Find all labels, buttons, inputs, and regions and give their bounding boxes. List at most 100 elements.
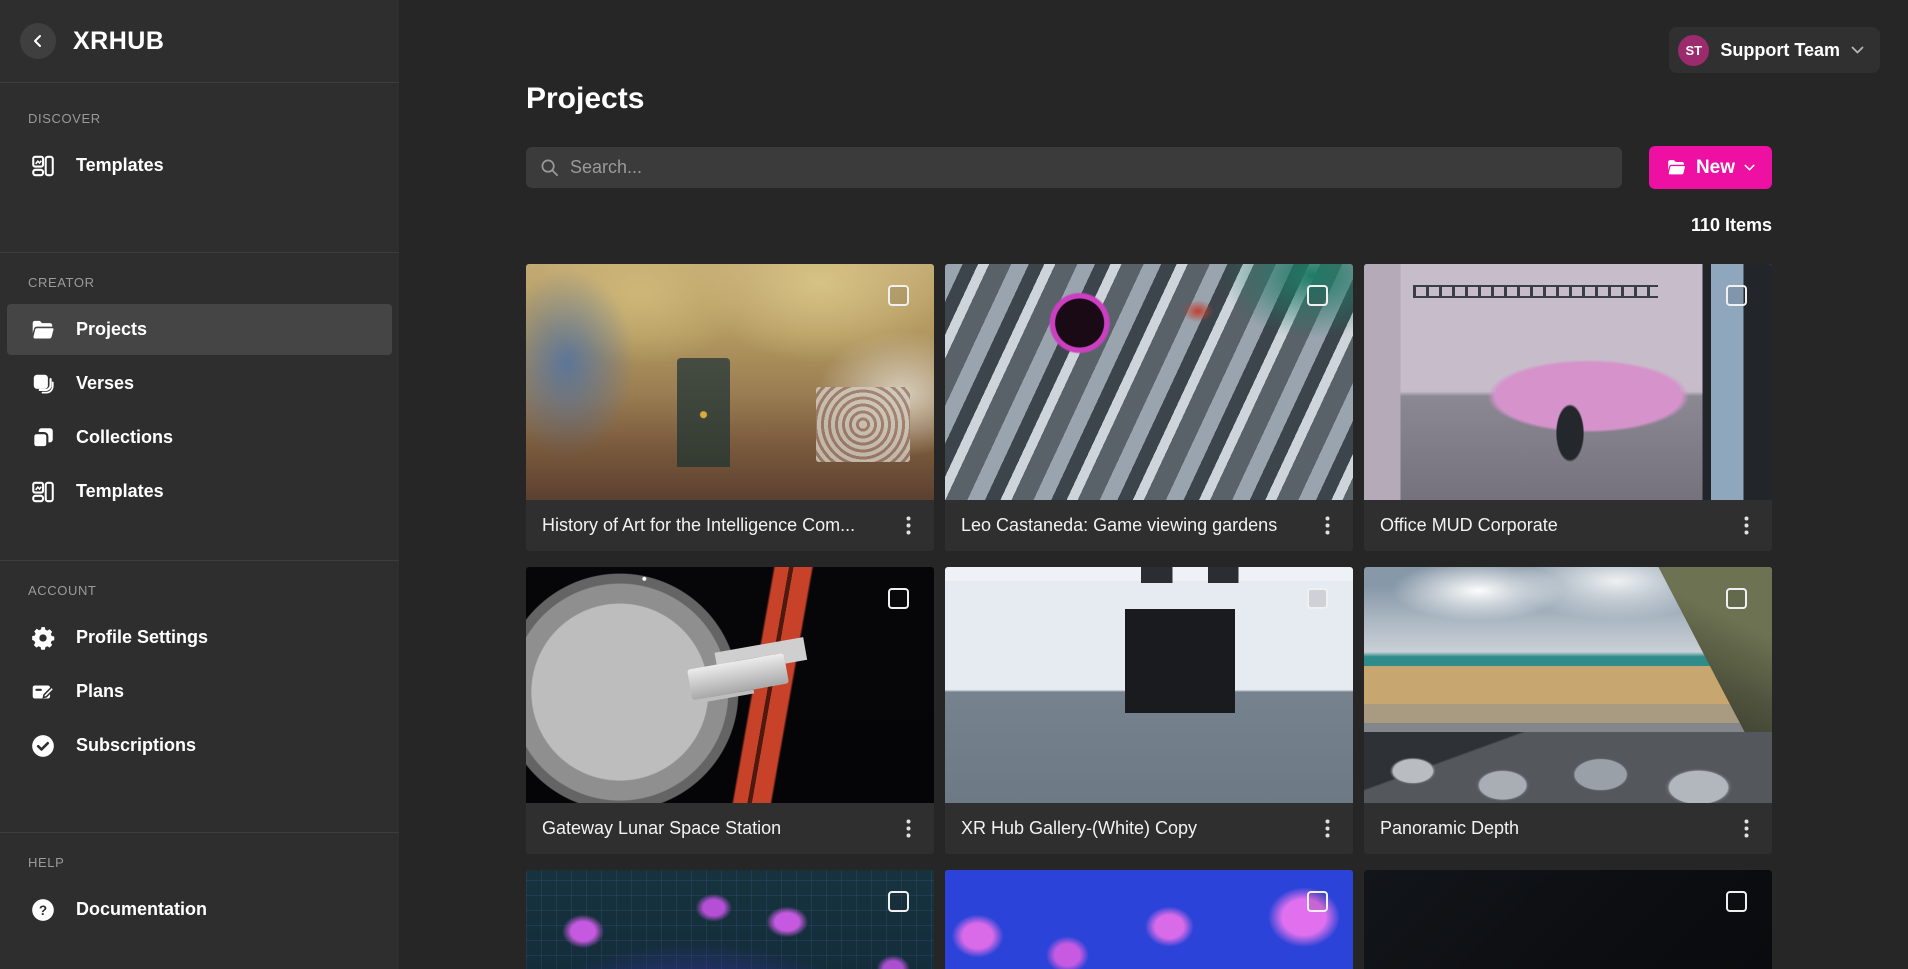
user-name: Support Team	[1720, 40, 1840, 61]
question-circle-icon: ?	[29, 896, 57, 924]
avatar: ST	[1678, 35, 1709, 66]
sidebar-section-creator: CREATOR Projects Verses Collections Temp…	[0, 252, 399, 560]
folder-open-icon	[29, 316, 57, 344]
more-options-button[interactable]	[1309, 508, 1345, 544]
sidebar-section-discover: DISCOVER Templates	[0, 83, 399, 252]
main-content: ST Support Team Projects New 110 Items H…	[399, 0, 1908, 969]
select-checkbox[interactable]	[1307, 285, 1328, 306]
collapse-sidebar-button[interactable]	[20, 23, 56, 59]
select-checkbox[interactable]	[1307, 891, 1328, 912]
project-title: History of Art for the Intelligence Com.…	[542, 515, 890, 536]
card-title-bar: Office MUD Corporate	[1364, 500, 1772, 551]
sidebar-item-label: Subscriptions	[76, 735, 196, 756]
project-card[interactable]	[945, 870, 1353, 969]
app-logo: XRHUB	[73, 27, 164, 56]
project-thumbnail-coastal-beach-rocks[interactable]	[1364, 567, 1772, 803]
kebab-icon	[1325, 819, 1330, 838]
more-options-button[interactable]	[1728, 508, 1764, 544]
sidebar-item-verses[interactable]: Verses	[7, 358, 392, 409]
sidebar-item-projects[interactable]: Projects	[7, 304, 392, 355]
select-checkbox[interactable]	[888, 891, 909, 912]
collections-icon	[29, 424, 57, 452]
project-thumbnail-liquid-chrome-abstract[interactable]	[945, 264, 1353, 500]
card-title-bar: Gateway Lunar Space Station	[526, 803, 934, 854]
sidebar-item-label: Profile Settings	[76, 627, 208, 648]
templates-icon	[29, 152, 57, 180]
sidebar-section-account: ACCOUNT Profile Settings Plans Subscript…	[0, 560, 399, 832]
gear-icon	[29, 624, 57, 652]
sidebar-item-documentation[interactable]: ? Documentation	[7, 884, 392, 935]
sidebar-section-help: HELP ? Documentation	[0, 832, 399, 935]
project-card[interactable]	[526, 870, 934, 969]
check-circle-icon	[29, 732, 57, 760]
select-checkbox[interactable]	[1726, 891, 1747, 912]
chevron-down-icon	[1744, 164, 1755, 172]
sidebar-item-label: Collections	[76, 427, 173, 448]
project-thumbnail-renaissance-fresco-room[interactable]	[526, 264, 934, 500]
project-thumbnail-vaporwave-blue-palms[interactable]	[945, 870, 1353, 969]
templates-icon	[29, 478, 57, 506]
more-options-button[interactable]	[1728, 811, 1764, 847]
sidebar-item-plans[interactable]: Plans	[7, 666, 392, 717]
card-title-bar: XR Hub Gallery-(White) Copy	[945, 803, 1353, 854]
sidebar-item-label: Verses	[76, 373, 134, 394]
kebab-icon	[1325, 516, 1330, 535]
section-label: DISCOVER	[0, 111, 399, 126]
card-title-bar: History of Art for the Intelligence Com.…	[526, 500, 934, 551]
search-input[interactable]	[570, 157, 1608, 178]
more-options-button[interactable]	[890, 811, 926, 847]
user-menu-button[interactable]: ST Support Team	[1669, 27, 1880, 73]
folder-open-icon	[1666, 157, 1687, 178]
kebab-icon	[906, 516, 911, 535]
svg-text:?: ?	[39, 902, 47, 917]
project-thumbnail-moon-space-station[interactable]	[526, 567, 934, 803]
project-card[interactable]: Leo Castaneda: Game viewing gardens	[945, 264, 1353, 551]
sidebar-item-subscriptions[interactable]: Subscriptions	[7, 720, 392, 771]
select-checkbox[interactable]	[1726, 285, 1747, 306]
sidebar-item-profile-settings[interactable]: Profile Settings	[7, 612, 392, 663]
project-card[interactable]: Panoramic Depth	[1364, 567, 1772, 854]
kebab-icon	[1744, 819, 1749, 838]
chevron-left-icon	[31, 34, 45, 48]
project-thumbnail-corporate-meeting-room[interactable]	[1364, 264, 1772, 500]
project-thumbnail-dark-empty-scene[interactable]	[1364, 870, 1772, 969]
page-title: Projects	[526, 82, 1772, 116]
sidebar-item-collections[interactable]: Collections	[7, 412, 392, 463]
items-count: 110 Items	[526, 215, 1772, 236]
toolbar: New	[526, 146, 1772, 189]
more-options-button[interactable]	[890, 508, 926, 544]
project-card[interactable]	[1364, 870, 1772, 969]
sidebar-item-templates-creator[interactable]: Templates	[7, 466, 392, 517]
sidebar: XRHUB DISCOVER Templates CREATOR Project…	[0, 0, 399, 969]
section-label: ACCOUNT	[0, 583, 399, 598]
project-card[interactable]: Office MUD Corporate	[1364, 264, 1772, 551]
sidebar-item-label: Templates	[76, 155, 164, 176]
select-checkbox[interactable]	[888, 285, 909, 306]
project-thumbnail-vaporwave-dark-island[interactable]	[526, 870, 934, 969]
project-title: Leo Castaneda: Game viewing gardens	[961, 515, 1309, 536]
select-checkbox[interactable]	[1307, 588, 1328, 609]
sidebar-item-label: Plans	[76, 681, 124, 702]
kebab-icon	[1744, 516, 1749, 535]
project-card[interactable]: History of Art for the Intelligence Com.…	[526, 264, 934, 551]
sidebar-item-templates[interactable]: Templates	[7, 140, 392, 191]
sidebar-header: XRHUB	[0, 0, 399, 83]
new-button-label: New	[1696, 157, 1735, 179]
search-icon	[540, 158, 559, 177]
project-card[interactable]: Gateway Lunar Space Station	[526, 567, 934, 854]
more-options-button[interactable]	[1309, 811, 1345, 847]
project-title: Office MUD Corporate	[1380, 515, 1728, 536]
select-checkbox[interactable]	[888, 588, 909, 609]
project-thumbnail-white-gallery-room[interactable]	[945, 567, 1353, 803]
projects-grid: History of Art for the Intelligence Com.…	[526, 264, 1772, 969]
new-button[interactable]: New	[1649, 146, 1772, 189]
project-card[interactable]: XR Hub Gallery-(White) Copy	[945, 567, 1353, 854]
project-title: Gateway Lunar Space Station	[542, 818, 890, 839]
select-checkbox[interactable]	[1726, 588, 1747, 609]
sidebar-item-label: Projects	[76, 319, 147, 340]
card-title-bar: Panoramic Depth	[1364, 803, 1772, 854]
card-edit-icon	[29, 678, 57, 706]
kebab-icon	[906, 819, 911, 838]
sidebar-item-label: Documentation	[76, 899, 207, 920]
search-bar	[526, 147, 1622, 188]
